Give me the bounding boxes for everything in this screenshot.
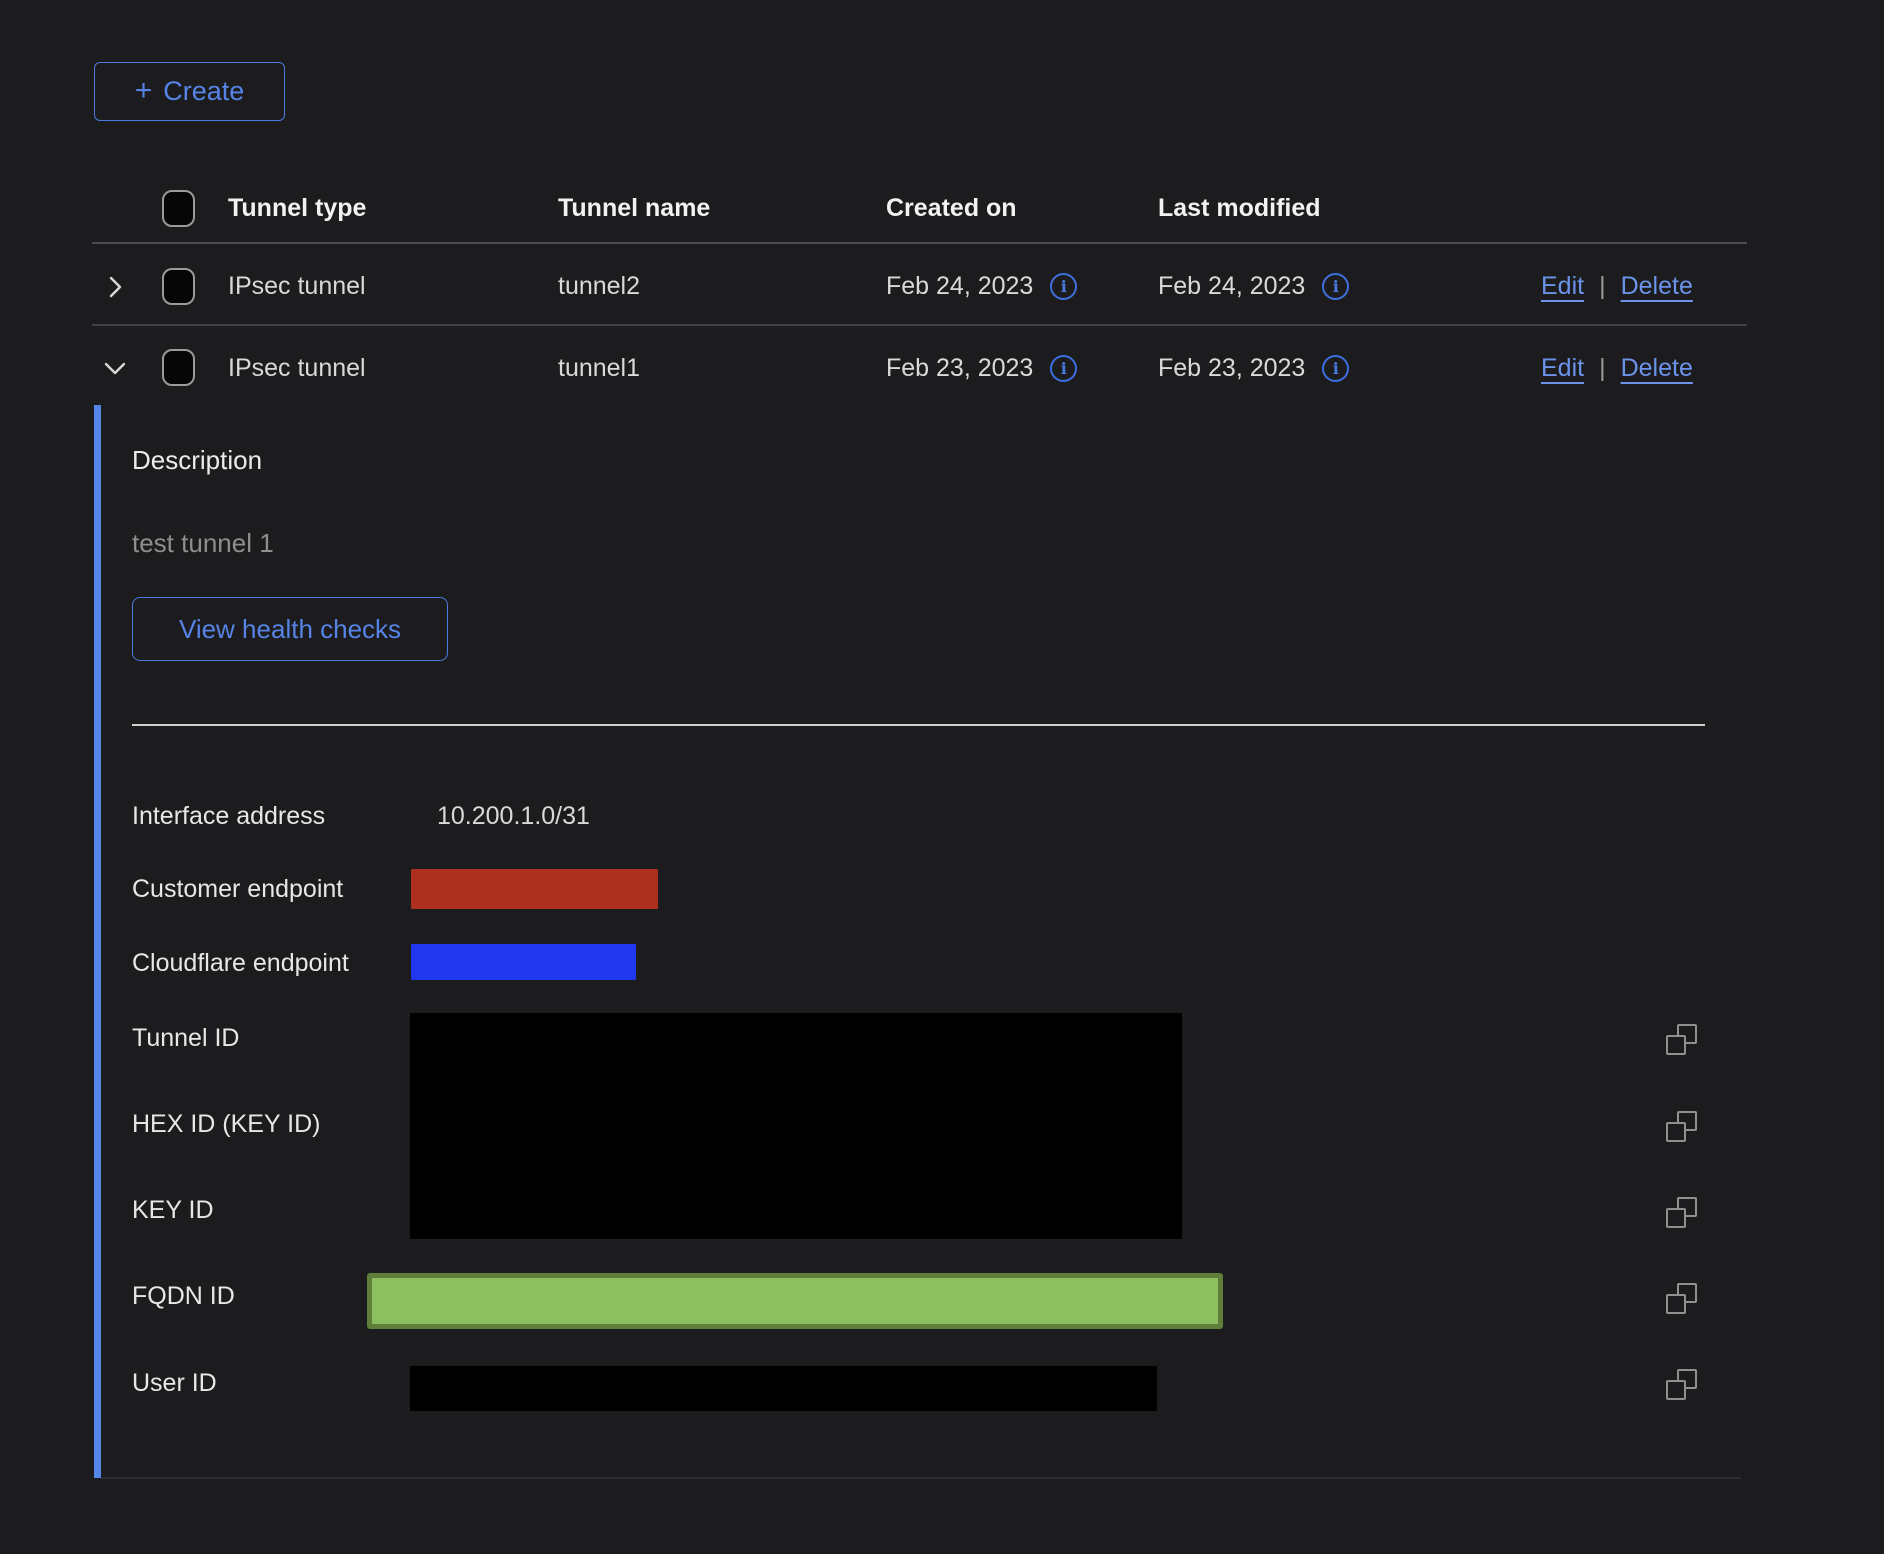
header-divider	[92, 242, 1747, 244]
description-value: test tunnel 1	[132, 528, 274, 558]
copy-icon[interactable]	[1666, 1197, 1697, 1228]
delete-link[interactable]: Delete	[1621, 271, 1693, 301]
select-all-checkbox[interactable]	[162, 190, 195, 227]
copy-icon[interactable]	[1666, 1111, 1697, 1142]
last-modified-date: Feb 23, 2023	[1158, 353, 1305, 383]
copy-icon-front-square	[1666, 1208, 1686, 1228]
row-divider	[92, 324, 1747, 326]
row-actions: Edit | Delete	[1541, 271, 1693, 301]
created-on-cell: Feb 23, 2023 i	[886, 353, 1077, 383]
tunnel-name-cell: tunnel2	[558, 271, 640, 301]
tunnel-id-label: Tunnel ID	[132, 1023, 239, 1053]
created-on-date: Feb 24, 2023	[886, 271, 1033, 301]
last-modified-cell: Feb 23, 2023 i	[1158, 353, 1349, 383]
copy-icon-front-square	[1666, 1380, 1686, 1400]
chevron-right-icon[interactable]	[103, 274, 127, 305]
chevron-down-icon[interactable]	[102, 356, 128, 385]
fqdn-id-redacted-value	[367, 1273, 1223, 1329]
action-separator: |	[1599, 353, 1606, 383]
fqdn-id-label: FQDN ID	[132, 1281, 235, 1311]
description-label: Description	[132, 445, 262, 475]
created-on-date: Feb 23, 2023	[886, 353, 1033, 383]
tunnel-type-cell: IPsec tunnel	[228, 353, 366, 383]
edit-link[interactable]: Edit	[1541, 353, 1584, 383]
created-on-cell: Feb 24, 2023 i	[886, 271, 1077, 301]
edit-link[interactable]: Edit	[1541, 271, 1584, 301]
copy-icon-front-square	[1666, 1294, 1686, 1314]
customer-endpoint-redacted-value	[411, 869, 658, 909]
customer-endpoint-label: Customer endpoint	[132, 874, 343, 904]
copy-icon[interactable]	[1666, 1369, 1697, 1400]
row-actions: Edit | Delete	[1541, 353, 1693, 383]
delete-link[interactable]: Delete	[1621, 353, 1693, 383]
hex-id-label: HEX ID (KEY ID)	[132, 1109, 320, 1139]
info-icon[interactable]: i	[1322, 273, 1349, 300]
panel-divider	[132, 724, 1705, 726]
user-id-redacted-value	[410, 1366, 1157, 1411]
column-header-tunnel-type: Tunnel type	[228, 193, 366, 223]
panel-bottom-divider	[101, 1477, 1741, 1479]
last-modified-date: Feb 24, 2023	[1158, 271, 1305, 301]
expanded-accent-bar	[94, 405, 101, 1478]
action-separator: |	[1599, 271, 1606, 301]
interface-address-value: 10.200.1.0/31	[437, 801, 590, 831]
tunnels-page: + Create Tunnel type Tunnel name Created…	[0, 0, 1884, 1554]
column-header-tunnel-name: Tunnel name	[558, 193, 710, 223]
copy-icon[interactable]	[1666, 1024, 1697, 1055]
create-button-label: Create	[163, 76, 244, 107]
plus-icon: +	[135, 76, 153, 106]
tunnel-name-cell: tunnel1	[558, 353, 640, 383]
interface-address-label: Interface address	[132, 801, 325, 831]
info-icon[interactable]: i	[1322, 355, 1349, 382]
column-header-last-modified: Last modified	[1158, 193, 1321, 223]
tunnel-ids-redacted-value	[410, 1013, 1182, 1239]
key-id-label: KEY ID	[132, 1195, 214, 1225]
cloudflare-endpoint-redacted-value	[411, 944, 636, 980]
user-id-label: User ID	[132, 1368, 217, 1398]
cloudflare-endpoint-label: Cloudflare endpoint	[132, 948, 349, 978]
tunnel-type-cell: IPsec tunnel	[228, 271, 366, 301]
copy-icon-front-square	[1666, 1035, 1686, 1055]
info-icon[interactable]: i	[1050, 355, 1077, 382]
create-button[interactable]: + Create	[94, 62, 285, 121]
copy-icon-front-square	[1666, 1122, 1686, 1142]
last-modified-cell: Feb 24, 2023 i	[1158, 271, 1349, 301]
row-checkbox[interactable]	[162, 268, 195, 305]
copy-icon[interactable]	[1666, 1283, 1697, 1314]
column-header-created-on: Created on	[886, 193, 1017, 223]
info-icon[interactable]: i	[1050, 273, 1077, 300]
row-checkbox[interactable]	[162, 349, 195, 386]
view-health-checks-button[interactable]: View health checks	[132, 597, 448, 661]
